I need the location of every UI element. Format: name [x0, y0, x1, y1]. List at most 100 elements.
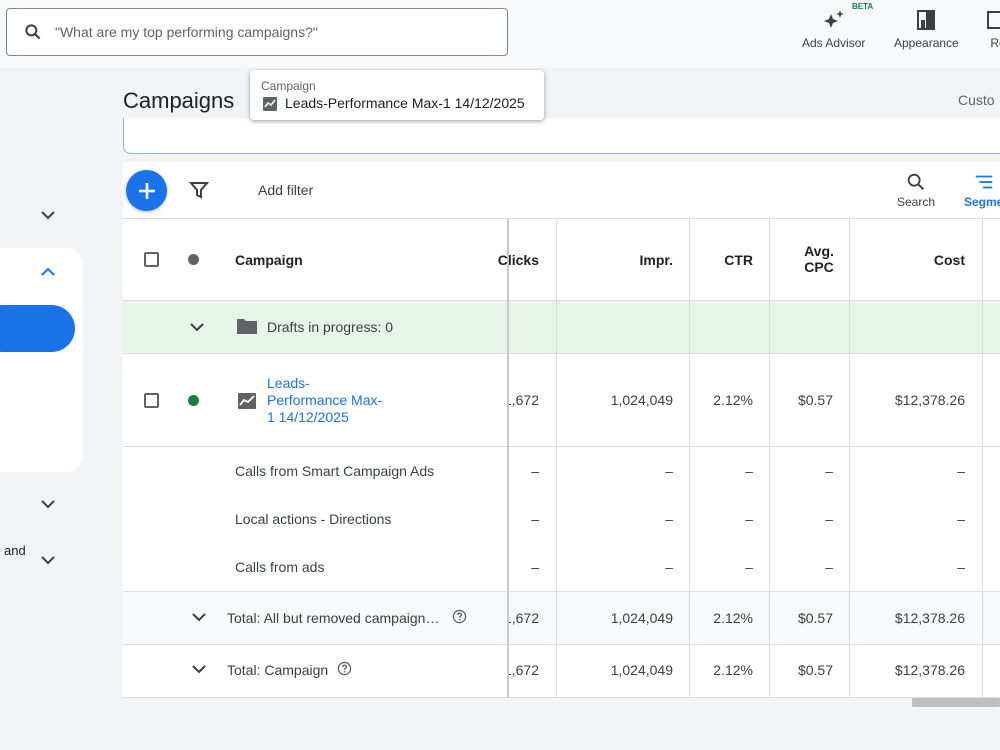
- column-divider: [556, 219, 557, 698]
- add-campaign-button[interactable]: [126, 170, 167, 211]
- total-row-all: Total: All but removed campaign… 1,672 1…: [123, 592, 1000, 645]
- table-toolbar: Add filter Search Segme: [123, 162, 1000, 219]
- cell-dash: –: [957, 511, 965, 527]
- column-divider: [982, 219, 983, 698]
- chevron-down-icon[interactable]: [191, 661, 207, 677]
- nav-active-item[interactable]: [0, 305, 75, 352]
- top-bar: "What are my top performing campaigns?" …: [0, 0, 1000, 68]
- cell-cpc: $0.57: [797, 392, 833, 408]
- cell-dash: –: [665, 511, 673, 527]
- filter-icon[interactable]: [189, 180, 209, 200]
- cell-dash: –: [957, 559, 965, 575]
- column-header-cost[interactable]: Cost: [865, 252, 965, 268]
- column-header-ctr[interactable]: CTR: [693, 252, 753, 268]
- help-icon[interactable]: [337, 661, 352, 676]
- beta-badge: BETA: [852, 2, 874, 11]
- help-icon[interactable]: [452, 609, 467, 624]
- drafts-label: Drafts in progress: 0: [267, 319, 394, 335]
- chevron-down-icon[interactable]: [40, 496, 56, 512]
- row-checkbox[interactable]: [144, 393, 159, 408]
- folder-icon: [237, 319, 257, 334]
- cell-dash: –: [531, 559, 539, 575]
- chevron-down-icon[interactable]: [189, 319, 205, 335]
- search-button[interactable]: Search: [897, 171, 935, 209]
- cell-impr: 1,024,049: [610, 662, 673, 678]
- cell-clicks: 1,672: [507, 662, 539, 678]
- cell-cost: $12,378.26: [894, 610, 965, 626]
- reports-button[interactable]: Re: [986, 6, 1000, 50]
- reports-icon: [987, 11, 1000, 29]
- appearance-button[interactable]: Appearance: [894, 6, 959, 50]
- cell-ctr: 2.12%: [713, 662, 753, 678]
- reports-label: Re: [990, 36, 1000, 50]
- segment-icon: [975, 175, 992, 189]
- chevron-down-icon[interactable]: [191, 609, 207, 625]
- sub-row-label: Local actions - Directions: [235, 511, 392, 527]
- cell-cpc: $0.57: [797, 610, 833, 626]
- cell-clicks: 1,672: [507, 392, 539, 408]
- campaign-name-line: Performance Max-: [267, 392, 383, 408]
- cell-dash: –: [665, 559, 673, 575]
- hint-bar: [123, 118, 1000, 154]
- page-title: Campaigns: [123, 88, 235, 113]
- total-all-label: Total: All but removed campaign…: [227, 610, 440, 626]
- status-enabled-icon[interactable]: [188, 395, 199, 406]
- ads-advisor-label: Ads Advisor: [802, 36, 866, 50]
- cell-impr: 1,024,049: [610, 610, 673, 626]
- select-all-checkbox[interactable]: [144, 252, 159, 267]
- chevron-down-icon[interactable]: [40, 552, 56, 568]
- segment-button-label: Segme: [964, 195, 1000, 209]
- plus-icon: [138, 182, 155, 199]
- table-header-row: Campaign Clicks Impr. CTR Avg. CPC Cost: [123, 219, 1000, 301]
- cell-dash: –: [745, 559, 753, 575]
- search-icon: [907, 173, 925, 191]
- conversion-action-rows: Calls from Smart Campaign Ads Local acti…: [123, 447, 1000, 592]
- performance-max-icon: [238, 393, 256, 409]
- cell-cost: $12,378.26: [894, 662, 965, 678]
- drafts-row[interactable]: Drafts in progress: 0: [123, 301, 1000, 354]
- cell-clicks: 1,672: [507, 610, 539, 626]
- search-box[interactable]: "What are my top performing campaigns?": [6, 8, 508, 56]
- column-header-impr[interactable]: Impr.: [593, 252, 673, 268]
- frozen-column-divider: [507, 219, 509, 698]
- cell-cpc: $0.57: [797, 662, 833, 678]
- total-row-campaign: Total: Campaign 1,672 1,024,049 2.12% $0…: [123, 645, 1000, 698]
- cell-dash: –: [825, 559, 833, 575]
- segment-button[interactable]: Segme: [964, 171, 1000, 209]
- horizontal-scrollbar[interactable]: [912, 698, 1000, 707]
- performance-max-icon: [263, 97, 277, 111]
- appearance-label: Appearance: [894, 36, 959, 50]
- nav-section-card: [0, 248, 83, 472]
- column-divider: [769, 219, 770, 698]
- cell-impr: 1,024,049: [610, 392, 673, 408]
- cell-dash: –: [825, 511, 833, 527]
- campaign-name-link[interactable]: Leads- Performance Max- 1 14/12/2025: [267, 375, 382, 426]
- tooltip-value: Leads-Performance Max-1 14/12/2025: [285, 95, 525, 111]
- column-header-campaign[interactable]: Campaign: [235, 252, 303, 268]
- nav-item-label[interactable]: and: [4, 543, 26, 558]
- status-header-icon[interactable]: [188, 254, 199, 265]
- table-row[interactable]: Leads- Performance Max- 1 14/12/2025 1,6…: [123, 354, 1000, 447]
- cell-dash: –: [665, 463, 673, 479]
- cell-ctr: 2.12%: [713, 610, 753, 626]
- cell-dash: –: [745, 511, 753, 527]
- campaign-name-line: 1 14/12/2025: [267, 409, 349, 425]
- avg-cpc-line1: Avg.: [804, 243, 834, 259]
- column-header-clicks[interactable]: Clicks: [497, 252, 539, 268]
- avg-cpc-line2: CPC: [804, 259, 834, 275]
- sub-row-label: Calls from ads: [235, 559, 325, 575]
- cell-dash: –: [825, 463, 833, 479]
- campaign-name-line: Leads-: [267, 375, 310, 391]
- chevron-up-icon[interactable]: [40, 264, 56, 280]
- customize-link[interactable]: Custo: [958, 92, 995, 108]
- cell-dash: –: [531, 511, 539, 527]
- campaign-tooltip: Campaign Leads-Performance Max-1 14/12/2…: [250, 70, 544, 120]
- add-filter-button[interactable]: Add filter: [258, 182, 313, 198]
- total-campaign-label: Total: Campaign: [227, 662, 329, 678]
- cell-dash: –: [531, 463, 539, 479]
- ads-advisor-button[interactable]: Ads Advisor: [802, 6, 865, 50]
- column-header-avg-cpc[interactable]: Avg. CPC: [769, 243, 869, 275]
- chevron-down-icon[interactable]: [40, 207, 56, 223]
- cell-ctr: 2.12%: [713, 392, 753, 408]
- search-placeholder: "What are my top performing campaigns?": [55, 24, 318, 40]
